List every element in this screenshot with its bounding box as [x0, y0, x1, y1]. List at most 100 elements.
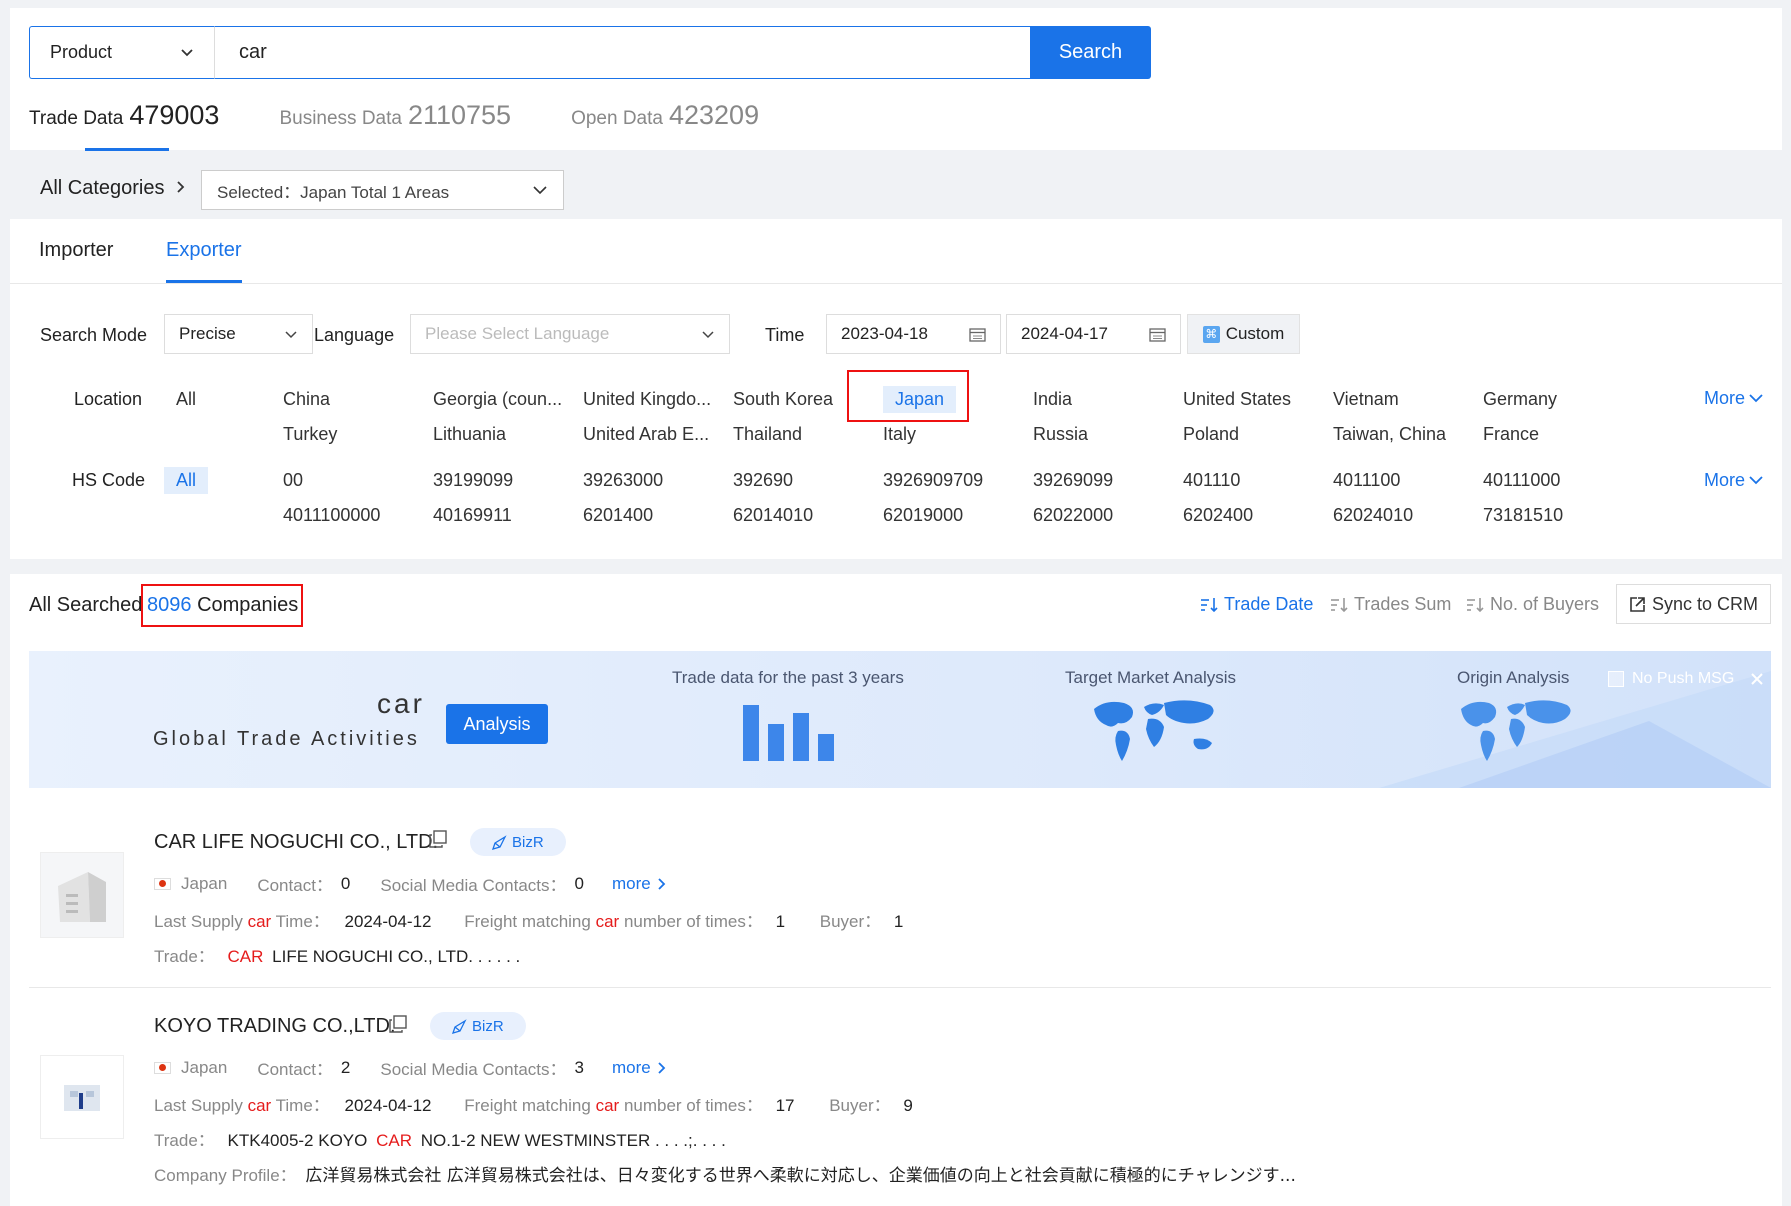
- tab-business-data[interactable]: Business Data 2110755: [279, 100, 511, 131]
- tab-exporter[interactable]: Exporter: [166, 239, 242, 262]
- hscode-item[interactable]: 62019000: [883, 505, 963, 526]
- location-item[interactable]: United States: [1183, 389, 1291, 410]
- all-categories-link[interactable]: All Categories: [40, 177, 186, 200]
- sort-buyers[interactable]: No. of Buyers: [1466, 594, 1599, 615]
- location-more-link[interactable]: More: [1704, 388, 1763, 409]
- search-type-select[interactable]: Product: [29, 26, 214, 79]
- hscode-item[interactable]: 6202400: [1183, 505, 1253, 526]
- tab-label: Open Data: [571, 108, 663, 129]
- hscode-item[interactable]: 62024010: [1333, 505, 1413, 526]
- sort-trades-sum[interactable]: Trades Sum: [1330, 594, 1451, 615]
- location-item[interactable]: France: [1483, 424, 1539, 445]
- location-item[interactable]: Lithuania: [433, 424, 506, 445]
- sort-trade-date[interactable]: Trade Date: [1200, 594, 1313, 615]
- tab-trade-data[interactable]: Trade Data 479003: [29, 100, 219, 131]
- time-label: Time: [765, 325, 805, 345]
- results-prefix: All Searched: [29, 594, 143, 616]
- hscode-item[interactable]: 62022000: [1033, 505, 1113, 526]
- location-item[interactable]: Thailand: [733, 424, 802, 445]
- hscode-item[interactable]: 39263000: [583, 470, 663, 491]
- date-to-input[interactable]: 2024-04-17: [1006, 314, 1181, 354]
- hscode-item[interactable]: 00: [283, 470, 303, 491]
- location-item[interactable]: United Kingdo...: [583, 389, 711, 410]
- bizr-button[interactable]: BizR: [430, 1012, 526, 1040]
- sync-to-crm-button[interactable]: Sync to CRM: [1616, 584, 1771, 624]
- hscode-item[interactable]: 4011100: [1333, 470, 1400, 491]
- more-label: More: [1704, 470, 1746, 490]
- location-item[interactable]: United Arab E...: [583, 424, 709, 445]
- location-item[interactable]: Russia: [1033, 424, 1088, 445]
- hscode-item[interactable]: 40169911: [433, 505, 512, 526]
- tab-count: 479003: [129, 100, 220, 130]
- keyword-highlight: car: [247, 912, 272, 931]
- language-placeholder: Please Select Language: [425, 324, 610, 343]
- location-item[interactable]: Italy: [883, 424, 916, 445]
- keyword-highlight: CAR: [376, 1131, 412, 1150]
- active-tab-underline: [85, 148, 169, 151]
- area-select[interactable]: Selected：Japan Total 1 Areas: [201, 170, 564, 210]
- hscode-item[interactable]: 62014010: [733, 505, 813, 526]
- location-item[interactable]: China: [283, 389, 330, 410]
- tab-open-data[interactable]: Open Data 423209: [571, 100, 759, 131]
- location-item[interactable]: Taiwan, China: [1333, 424, 1446, 445]
- hscode-more-link[interactable]: More: [1704, 470, 1763, 491]
- target-market-label: Target Market Analysis: [1065, 668, 1237, 687]
- hscode-item[interactable]: 6201400: [583, 505, 653, 526]
- search-button[interactable]: Search: [1030, 26, 1151, 79]
- search-input[interactable]: car: [214, 26, 1030, 79]
- hscode-all[interactable]: All: [164, 467, 209, 494]
- time-label: Time：: [275, 1096, 330, 1115]
- chevron-right-icon: [658, 1061, 666, 1074]
- copy-icon[interactable]: [429, 830, 447, 848]
- tab-importer[interactable]: Importer: [39, 239, 113, 262]
- location-item[interactable]: Germany: [1483, 389, 1557, 410]
- location-item[interactable]: Turkey: [283, 424, 337, 445]
- hscode-item[interactable]: 39199099: [433, 470, 513, 491]
- location-item[interactable]: India: [1033, 389, 1072, 410]
- hscode-item[interactable]: 39269099: [1033, 470, 1113, 491]
- more-link[interactable]: more: [612, 874, 666, 894]
- trade-text: LIFE NOGUCHI CO., LTD. . . . . .: [272, 947, 521, 966]
- hscode-item[interactable]: 4011100000: [283, 505, 380, 526]
- custom-date-button[interactable]: ⌘ Custom: [1187, 314, 1300, 354]
- social-label: Social Media Contacts：: [380, 876, 567, 895]
- sort-label: Trade Date: [1224, 594, 1314, 614]
- analysis-button[interactable]: Analysis: [446, 704, 548, 744]
- origin-analysis-label: Origin Analysis: [1457, 668, 1570, 687]
- more-link[interactable]: more: [612, 1058, 666, 1078]
- social-label: Social Media Contacts：: [380, 1060, 567, 1079]
- date-to-value: 2024-04-17: [1021, 324, 1108, 343]
- hscode-item[interactable]: 392690: [733, 470, 793, 491]
- hscode-item[interactable]: 40111000: [1483, 470, 1560, 491]
- search-mode-select[interactable]: Precise: [164, 314, 313, 354]
- location-item[interactable]: Poland: [1183, 424, 1239, 445]
- date-from-input[interactable]: 2023-04-18: [826, 314, 1001, 354]
- location-item[interactable]: South Korea: [733, 389, 833, 410]
- location-all[interactable]: All: [176, 389, 196, 410]
- company-name[interactable]: KOYO TRADING CO.,LTD.: [154, 1015, 396, 1038]
- copy-icon[interactable]: [389, 1015, 407, 1033]
- japan-flag-icon: [154, 1061, 171, 1074]
- no-push-checkbox[interactable]: [1608, 671, 1624, 687]
- company-meta-row: Japan Contact： 0 Social Media Contacts： …: [154, 871, 666, 896]
- language-select[interactable]: Please Select Language: [410, 314, 730, 354]
- hscode-item[interactable]: 401110: [1183, 470, 1240, 491]
- tab-count: 2110755: [407, 100, 512, 130]
- sort-label: Trades Sum: [1354, 594, 1452, 614]
- bizr-button[interactable]: BizR: [470, 828, 566, 856]
- trade-label: Trade：: [154, 947, 215, 966]
- divider: [29, 987, 1771, 988]
- results-count-box: 8096 Companies: [141, 584, 303, 627]
- company-name[interactable]: CAR LIFE NOGUCHI CO., LTD.: [154, 831, 438, 854]
- hscode-item[interactable]: 73181510: [1483, 505, 1563, 526]
- close-icon[interactable]: [1750, 672, 1764, 686]
- hscode-item[interactable]: 3926909709: [883, 470, 983, 491]
- sort-label: No. of Buyers: [1490, 594, 1600, 614]
- more-label: more: [612, 1057, 651, 1077]
- location-item[interactable]: Vietnam: [1333, 389, 1399, 410]
- last-supply-date: 2024-04-12: [344, 1096, 432, 1115]
- location-item[interactable]: Georgia (coun...: [433, 389, 562, 410]
- contact-label: Contact：: [257, 1060, 333, 1079]
- no-push-toggle[interactable]: No Push MSG: [1608, 670, 1764, 688]
- language-label: Language: [314, 325, 395, 345]
